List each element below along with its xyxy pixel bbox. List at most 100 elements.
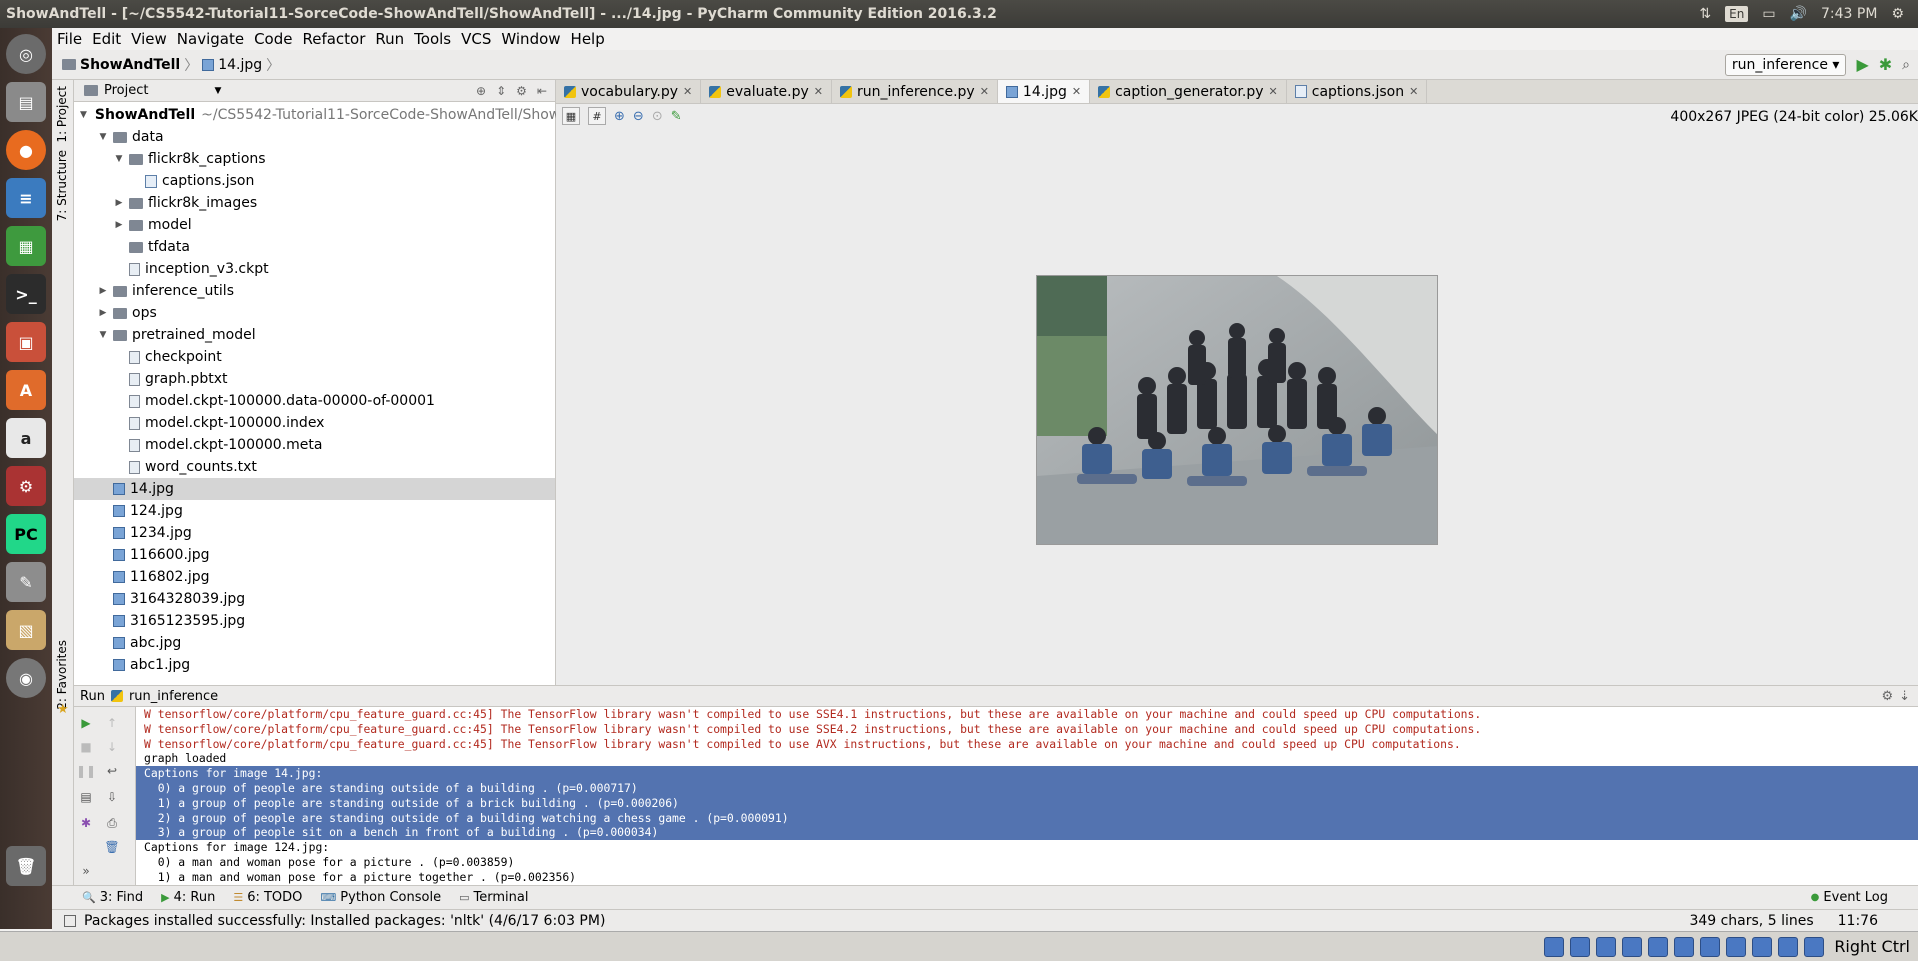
status-message[interactable]: Packages installed successfully: Install…	[84, 913, 605, 929]
usb-icon[interactable]	[1648, 936, 1669, 957]
software-center-icon[interactable]: A	[6, 370, 46, 410]
display-icon[interactable]	[1700, 936, 1721, 957]
search-icon[interactable]: ⌕	[1902, 57, 1910, 73]
tree-item[interactable]: captions.json	[74, 170, 555, 192]
tree-item[interactable]: model.ckpt-100000.index	[74, 412, 555, 434]
menu-refactor[interactable]: Refactor	[297, 30, 370, 48]
hide-icon[interactable]: ⇤	[537, 84, 547, 98]
close-tab-icon[interactable]: ✕	[1269, 85, 1278, 98]
tree-item[interactable]: abc1.jpg	[74, 654, 555, 676]
status-toggle-icon[interactable]	[64, 914, 76, 927]
settings-icon[interactable]: ⚙	[516, 84, 527, 98]
network-icon[interactable]: ⇅	[1699, 6, 1711, 22]
menu-run[interactable]: Run	[370, 30, 409, 48]
expanded-arrow-icon[interactable]: ▼	[112, 154, 126, 164]
collapsed-arrow-icon[interactable]: ▶	[96, 308, 110, 318]
zoom-out-icon[interactable]: ⊖	[633, 109, 644, 124]
tree-item[interactable]: model.ckpt-100000.data-00000-of-00001	[74, 390, 555, 412]
editor-tab[interactable]: vocabulary.py ✕	[556, 80, 702, 103]
bottom-tab[interactable]: ☰ 6: TODO	[233, 890, 302, 905]
up-arrow-icon[interactable]: ↑	[104, 715, 120, 731]
expanded-arrow-icon[interactable]: ▼	[80, 110, 87, 120]
grid-toggle-icon[interactable]: #	[588, 107, 606, 125]
firefox-icon[interactable]: ●	[6, 130, 46, 170]
stop-icon[interactable]: ■	[78, 739, 94, 755]
shared-folder-icon[interactable]	[1674, 936, 1695, 957]
cpu-icon[interactable]	[1752, 936, 1773, 957]
video-capture-icon[interactable]	[1726, 936, 1747, 957]
more-icon[interactable]: »	[78, 863, 94, 879]
color-picker-icon[interactable]: ✎	[671, 109, 682, 124]
bottom-tab[interactable]: ▭ Terminal	[459, 890, 528, 905]
favorites-tool-tab[interactable]: 2: Favorites	[55, 640, 69, 710]
menu-tools[interactable]: Tools	[409, 30, 456, 48]
editor-tab[interactable]: run_inference.py ✕	[832, 80, 998, 103]
pause-icon[interactable]: ❚❚	[76, 763, 96, 779]
tree-item[interactable]: model.ckpt-100000.meta	[74, 434, 555, 456]
zoom-in-icon[interactable]: ⊕	[614, 109, 625, 124]
bottom-tab[interactable]: ▶ 4: Run	[161, 890, 215, 905]
chevron-down-icon[interactable]: ▼	[214, 86, 221, 96]
tree-item[interactable]: 3164328039.jpg	[74, 588, 555, 610]
run-panel-config-tab[interactable]: run_inference	[129, 689, 218, 704]
dash-icon[interactable]: ◎	[6, 34, 46, 74]
tree-item[interactable]: tfdata	[74, 236, 555, 258]
debug-button-icon[interactable]: ✱	[1879, 55, 1892, 74]
impress-icon[interactable]: ▣	[6, 322, 46, 362]
menu-navigate[interactable]: Navigate	[172, 30, 249, 48]
layout-icon[interactable]: ▤	[78, 789, 94, 805]
tree-item[interactable]: ▼ flickr8k_captions	[74, 148, 555, 170]
keyboard-capture-icon[interactable]	[1804, 936, 1825, 957]
run-config-select[interactable]: run_inference ▾	[1724, 53, 1847, 76]
project-tool-tab[interactable]: 1: Project	[55, 86, 69, 143]
collapsed-arrow-icon[interactable]: ▶	[96, 286, 110, 296]
pycharm-icon[interactable]: PC	[6, 514, 46, 554]
volume-icon[interactable]: 🔊	[1790, 6, 1807, 22]
close-tab-icon[interactable]: ✕	[683, 85, 692, 98]
pin-icon[interactable]: ✱	[78, 815, 94, 831]
collapsed-arrow-icon[interactable]: ▶	[112, 220, 126, 230]
tree-item[interactable]: abc.jpg	[74, 632, 555, 654]
tree-item[interactable]: ▼ ShowAndTell ~/CS5542-Tutorial11-SorceCod…	[74, 104, 610, 126]
tree-item[interactable]: graph.pbtxt	[74, 368, 555, 390]
menu-window[interactable]: Window	[496, 30, 565, 48]
calc-icon[interactable]: ▦	[6, 226, 46, 266]
chessboard-toggle-icon[interactable]: ▦	[562, 107, 580, 125]
run-button-icon[interactable]: ▶	[1856, 55, 1868, 74]
tree-item[interactable]: checkpoint	[74, 346, 555, 368]
editor-tab[interactable]: evaluate.py ✕	[701, 80, 833, 103]
editor-tab[interactable]: caption_generator.py ✕	[1090, 80, 1287, 103]
terminal-icon[interactable]: >_	[6, 274, 46, 314]
scroll-to-end-icon[interactable]: ⇩	[104, 789, 120, 805]
editor-tab[interactable]: captions.json ✕	[1287, 80, 1428, 103]
close-tab-icon[interactable]: ✕	[1409, 85, 1418, 98]
clear-icon[interactable]: 🗑	[104, 839, 120, 855]
down-arrow-icon[interactable]: ↓	[104, 739, 120, 755]
battery-icon[interactable]: ▭	[1762, 6, 1775, 22]
hide-panel-icon[interactable]: ⇣	[1899, 689, 1918, 704]
menu-file[interactable]: File	[52, 30, 87, 48]
rerun-icon[interactable]: ▶	[78, 715, 94, 731]
expanded-arrow-icon[interactable]: ▼	[96, 330, 110, 340]
image-viewer-icon[interactable]: ▧	[6, 610, 46, 650]
actual-size-icon[interactable]: ⊙	[652, 109, 663, 124]
tree-item[interactable]: inception_v3.ckpt	[74, 258, 555, 280]
settings-icon[interactable]: ⚙	[1881, 689, 1893, 704]
audio-icon[interactable]	[1596, 936, 1617, 957]
clock[interactable]: 7:43 PM	[1821, 6, 1877, 22]
menu-code[interactable]: Code	[249, 30, 297, 48]
tree-item[interactable]: ▶ inference_utils	[74, 280, 555, 302]
tree-item[interactable]: 1234.jpg	[74, 522, 555, 544]
tree-item[interactable]: 124.jpg	[74, 500, 555, 522]
breadcrumb-file[interactable]: 14.jpg	[218, 57, 262, 73]
writer-icon[interactable]: ≡	[6, 178, 46, 218]
settings-gear-icon[interactable]: ⚙	[1891, 6, 1904, 22]
trash-icon[interactable]: 🗑	[6, 846, 46, 886]
soft-wrap-icon[interactable]: ↩	[104, 763, 120, 779]
close-tab-icon[interactable]: ✕	[1072, 85, 1081, 98]
project-view-select[interactable]: Project	[104, 83, 148, 98]
tree-item[interactable]: ▶ flickr8k_images	[74, 192, 555, 214]
editor-tab[interactable]: 14.jpg ✕	[997, 80, 1091, 103]
tree-item[interactable]: 3165123595.jpg	[74, 610, 555, 632]
tree-item[interactable]: 116802.jpg	[74, 566, 555, 588]
